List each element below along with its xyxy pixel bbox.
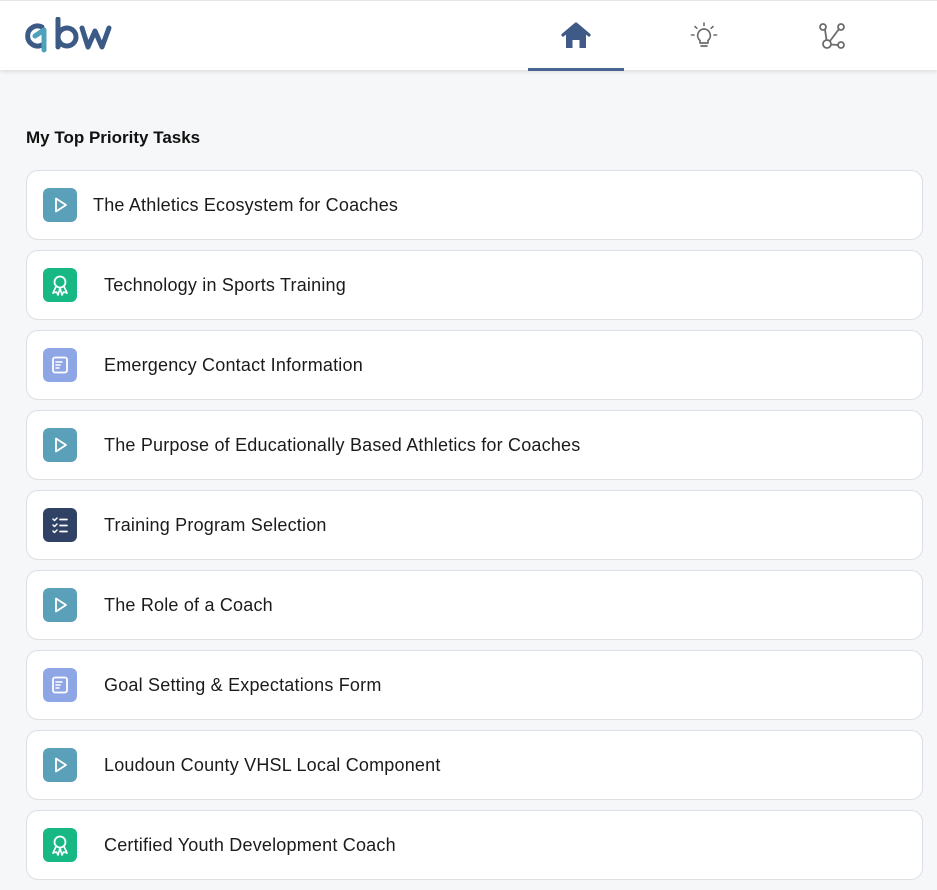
- task-item-certified-youth-coach[interactable]: Certified Youth Development Coach: [26, 810, 923, 880]
- play-icon: [43, 428, 77, 462]
- award-ribbon-icon: [43, 268, 77, 302]
- gbw-logo[interactable]: [24, 16, 116, 58]
- task-item-emergency-contact[interactable]: Emergency Contact Information: [26, 330, 923, 400]
- main-nav: [528, 1, 912, 71]
- task-label: The Role of a Coach: [104, 594, 273, 615]
- task-item-athletics-ecosystem[interactable]: The Athletics Ecosystem for Coaches: [26, 170, 923, 240]
- task-item-technology-sports-training[interactable]: Technology in Sports Training: [26, 250, 923, 320]
- task-list: The Athletics Ecosystem for Coaches Tech…: [26, 170, 923, 890]
- award-ribbon-icon: [43, 828, 77, 862]
- network-icon: [819, 23, 845, 49]
- gbw-logo-mark: [25, 17, 112, 53]
- play-icon: [43, 188, 77, 222]
- task-item-goal-setting-form[interactable]: Goal Setting & Expectations Form: [26, 650, 923, 720]
- task-label: Emergency Contact Information: [104, 354, 363, 375]
- task-label: Goal Setting & Expectations Form: [104, 674, 382, 695]
- form-icon: [43, 668, 77, 702]
- task-item-training-program-selection[interactable]: Training Program Selection: [26, 490, 923, 560]
- play-icon: [43, 588, 77, 622]
- task-label: Training Program Selection: [104, 514, 327, 535]
- form-icon: [43, 348, 77, 382]
- task-label: Technology in Sports Training: [104, 274, 346, 295]
- section-title: My Top Priority Tasks: [26, 128, 201, 147]
- play-icon: [43, 748, 77, 782]
- task-label: The Athletics Ecosystem for Coaches: [93, 194, 399, 215]
- task-label: The Purpose of Educationally Based Athle…: [104, 434, 581, 455]
- checklist-icon: [43, 508, 77, 542]
- home-icon: [561, 22, 591, 48]
- task-item-educationally-based-athletics[interactable]: The Purpose of Educationally Based Athle…: [26, 410, 923, 480]
- nav-tab-network[interactable]: [784, 1, 880, 71]
- nav-tab-ideas[interactable]: [656, 1, 752, 71]
- task-label: Certified Youth Development Coach: [104, 834, 396, 855]
- task-item-role-of-coach[interactable]: The Role of a Coach: [26, 570, 923, 640]
- task-label: Loudoun County VHSL Local Component: [104, 754, 441, 775]
- top-bar: [0, 0, 937, 71]
- nav-tab-home[interactable]: [528, 1, 624, 71]
- task-item-loudoun-vhsl[interactable]: Loudoun County VHSL Local Component: [26, 730, 923, 800]
- lightbulb-icon: [690, 22, 718, 47]
